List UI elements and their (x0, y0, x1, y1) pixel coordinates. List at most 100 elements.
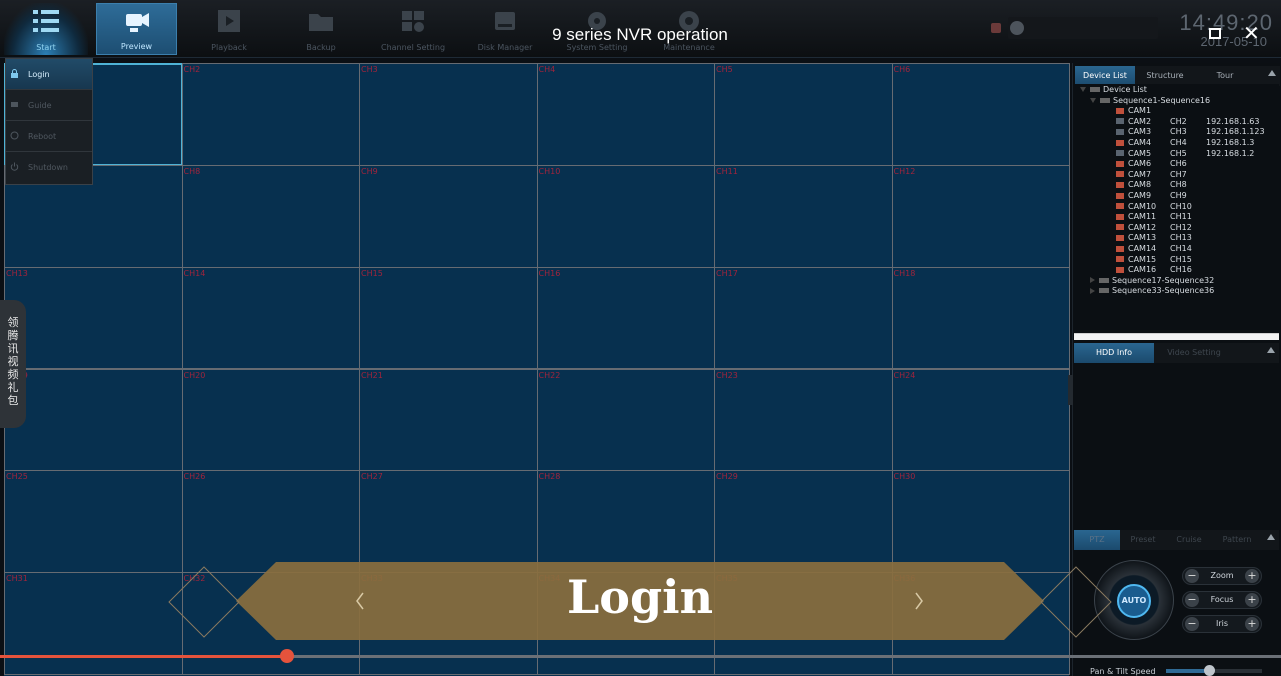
video-cell[interactable]: CH9 (359, 164, 538, 268)
tree-camera-row[interactable]: CAM9 CH9 (1116, 191, 1279, 202)
channel-label: CH14 (183, 268, 206, 278)
iris-minus-button[interactable]: − (1185, 617, 1199, 631)
pan-tilt-speed-slider[interactable] (1166, 665, 1262, 676)
focus-plus-button[interactable]: + (1245, 593, 1259, 607)
tree-camera-row[interactable]: CAM7 CH7 (1116, 170, 1279, 181)
menu-item-login[interactable]: Login (6, 59, 92, 90)
panel-splitter[interactable] (1068, 375, 1073, 405)
video-progress-knob[interactable] (279, 649, 294, 663)
tree-camera-row[interactable]: CAM11 CH11 (1116, 212, 1279, 223)
tree-camera-row[interactable]: CAM15 CH15 (1116, 255, 1279, 266)
tab-ptz[interactable]: PTZ (1074, 530, 1120, 550)
video-cell[interactable]: CH13 (4, 266, 183, 370)
tree-camera-row[interactable]: CAM4 CH4 192.168.1.3 (1116, 138, 1279, 149)
menu-item-guide[interactable]: Guide (6, 90, 92, 121)
device-tabs: Device List Structure Tour (1075, 66, 1280, 86)
alarm-icon[interactable] (991, 23, 1001, 33)
video-cell[interactable]: CH2 (181, 63, 360, 166)
start-button[interactable]: Start (4, 3, 88, 55)
video-cell[interactable]: CH31 (4, 572, 183, 675)
menu-item-shutdown[interactable]: Shutdown (6, 152, 92, 183)
channel-label: CH16 (538, 268, 561, 278)
video-cell[interactable]: CH11 (714, 164, 893, 268)
status-arrow-icon[interactable] (1010, 21, 1024, 35)
video-cell[interactable]: CH12 (891, 164, 1070, 268)
expand-arrow-icon[interactable] (1090, 287, 1095, 294)
zoom-out-button[interactable]: − (1185, 569, 1199, 583)
tree-camera-row[interactable]: CAM1 (1116, 106, 1279, 117)
tab-structure[interactable]: Structure (1135, 66, 1195, 86)
video-cell[interactable]: CH25 (4, 470, 183, 574)
maximize-icon[interactable] (1209, 28, 1221, 39)
tree-root[interactable]: Device List (1080, 85, 1279, 96)
video-cell[interactable]: CH26 (181, 470, 360, 574)
backup-button[interactable]: Backup (279, 3, 363, 55)
tab-preset[interactable]: Preset (1120, 530, 1166, 550)
preview-button[interactable]: Preview (96, 3, 177, 55)
close-icon[interactable]: ✕ (1243, 21, 1260, 45)
video-cell[interactable]: CH27 (359, 470, 538, 574)
folder-icon (309, 14, 333, 31)
tree-camera-row[interactable]: CAM10 CH10 (1116, 202, 1279, 213)
tab-cruise[interactable]: Cruise (1166, 530, 1212, 550)
tree-camera-row[interactable]: CAM2 CH2 192.168.1.63 (1116, 117, 1279, 128)
tree-camera-row[interactable]: CAM5 CH5 192.168.1.2 (1116, 149, 1279, 160)
expand-arrow-icon[interactable] (1090, 277, 1095, 284)
menu-item-label: Reboot (28, 132, 57, 141)
video-cell[interactable]: CH14 (181, 266, 360, 370)
channel-setting-button[interactable]: Channel Setting (371, 3, 455, 55)
video-cell[interactable]: CH17 (714, 266, 893, 370)
collapse-arrow-icon[interactable] (1268, 70, 1276, 76)
tab-pattern[interactable]: Pattern (1212, 530, 1262, 550)
tree-camera-row[interactable]: CAM6 CH6 (1116, 159, 1279, 170)
tab-video-setting[interactable]: Video Setting (1154, 343, 1234, 363)
camera-icon (1116, 245, 1124, 252)
video-cell[interactable]: CH30 (891, 470, 1070, 574)
video-cell[interactable]: CH3 (359, 63, 538, 166)
tree-camera-row[interactable]: CAM12 CH12 (1116, 223, 1279, 234)
tree-group[interactable]: Sequence33-Sequence36 (1090, 286, 1279, 297)
video-cell[interactable]: CH6 (891, 63, 1070, 166)
zoom-control: − Zoom + (1182, 567, 1262, 585)
video-cell[interactable]: CH10 (536, 164, 715, 268)
zoom-in-button[interactable]: + (1245, 569, 1259, 583)
iris-plus-button[interactable]: + (1245, 617, 1259, 631)
video-cell[interactable]: CH22 (536, 368, 715, 472)
video-cell[interactable]: CH29 (714, 470, 893, 574)
tree-group[interactable]: Sequence1-Sequence16 (1090, 96, 1279, 107)
ptz-auto-button[interactable]: AUTO (1117, 584, 1151, 618)
tree-camera-row[interactable]: CAM8 CH8 (1116, 180, 1279, 191)
tree-camera-row[interactable]: CAM3 CH3 192.168.1.123 (1116, 127, 1279, 138)
tab-device-list[interactable]: Device List (1075, 66, 1135, 86)
video-cell[interactable]: CH15 (359, 266, 538, 370)
video-cell[interactable]: CH24 (891, 368, 1070, 472)
video-cell[interactable]: CH16 (536, 266, 715, 370)
video-cell[interactable]: CH20 (181, 368, 360, 472)
tab-tour[interactable]: Tour (1195, 66, 1255, 86)
video-cell[interactable]: CH23 (714, 368, 893, 472)
video-cell[interactable]: CH4 (536, 63, 715, 166)
collapse-arrow-icon[interactable] (1267, 534, 1275, 540)
menu-grid-icon (33, 10, 59, 32)
video-progress-fill (0, 655, 287, 658)
playback-button[interactable]: Playback (187, 3, 271, 55)
video-cell[interactable]: CH21 (359, 368, 538, 472)
video-cell[interactable]: CH18 (891, 266, 1070, 370)
video-cell[interactable]: CH5 (714, 63, 893, 166)
video-cell[interactable]: CH8 (181, 164, 360, 268)
tree-group[interactable]: Sequence17-Sequence32 (1090, 276, 1279, 287)
tree-scrollbar[interactable] (1074, 333, 1279, 340)
expand-arrow-icon[interactable] (1080, 87, 1086, 92)
cam-channel: CH2 (1170, 116, 1187, 126)
tree-camera-row[interactable]: CAM14 CH14 (1116, 244, 1279, 255)
tree-camera-row[interactable]: CAM16 CH16 (1116, 265, 1279, 276)
focus-minus-button[interactable]: − (1185, 593, 1199, 607)
menu-item-reboot[interactable]: Reboot (6, 121, 92, 152)
expand-arrow-icon[interactable] (1090, 97, 1096, 103)
collapse-arrow-icon[interactable] (1267, 347, 1275, 353)
video-cell[interactable]: CH28 (536, 470, 715, 574)
video-cell[interactable]: CH19 (4, 368, 183, 472)
tree-camera-row[interactable]: CAM13 CH13 (1116, 233, 1279, 244)
gift-pack-widget[interactable]: 领 腾 讯 视 频 礼 包 (0, 300, 26, 428)
tab-hdd-info[interactable]: HDD Info (1074, 343, 1154, 363)
